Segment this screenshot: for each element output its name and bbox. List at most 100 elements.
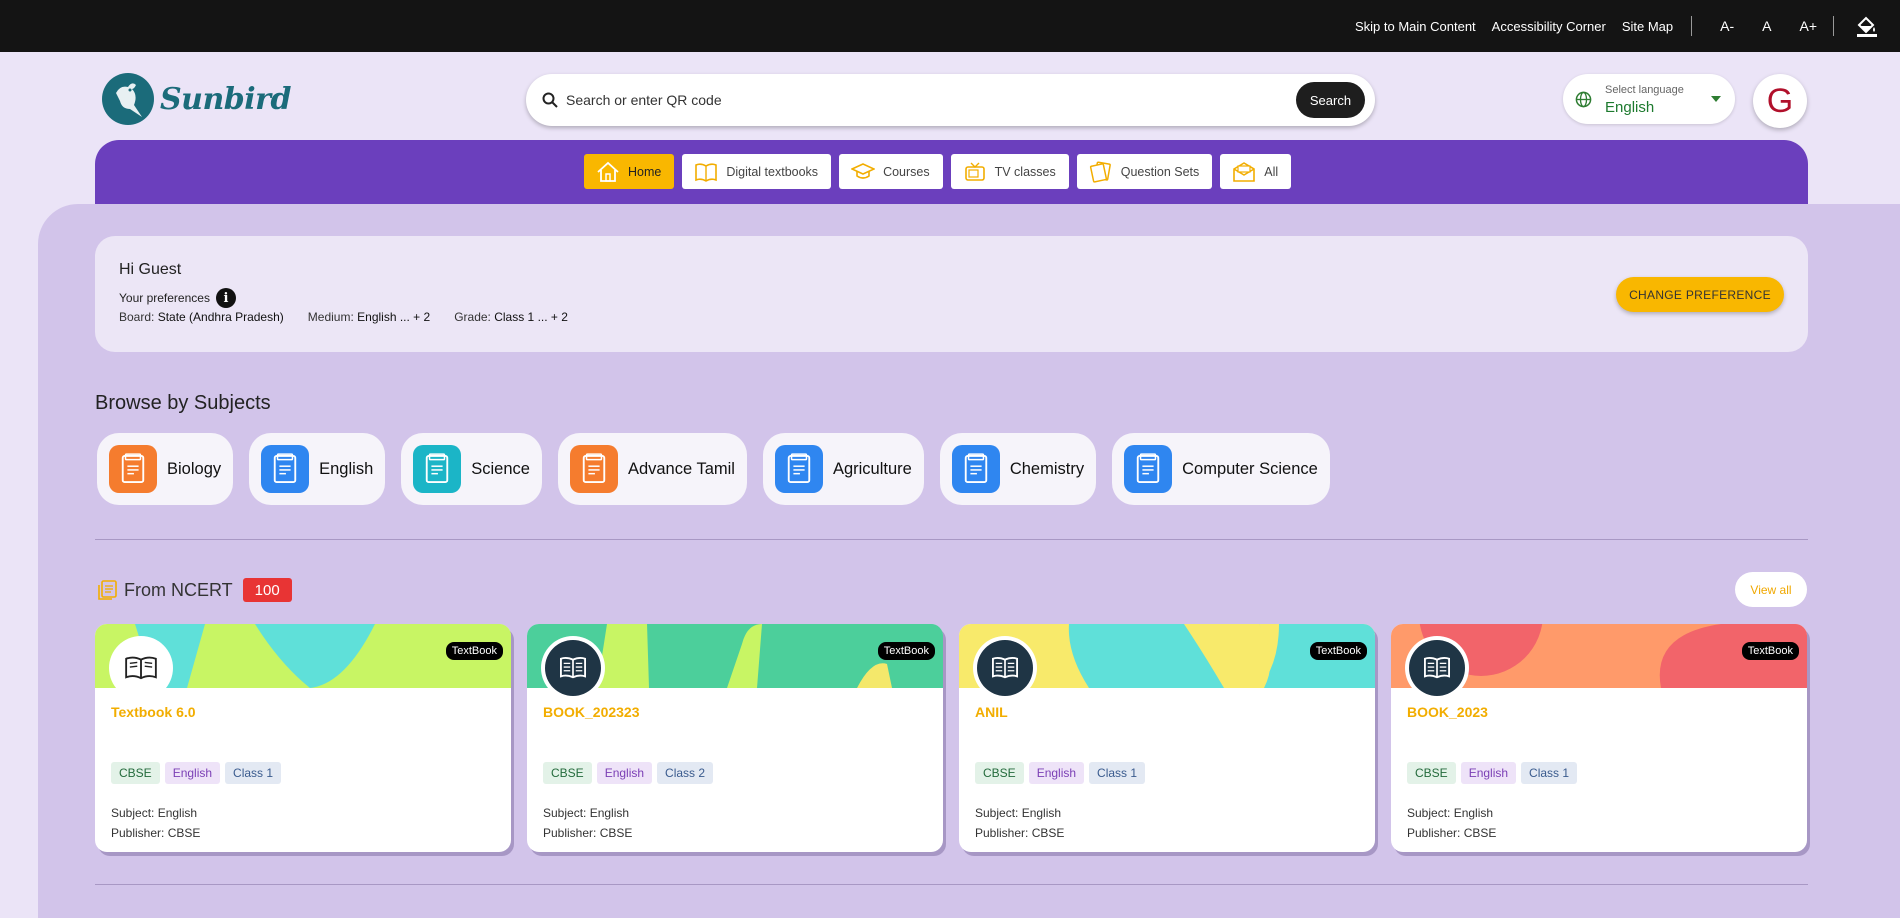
tab-courses[interactable]: Courses <box>839 154 943 189</box>
main-nav: Home Digital textbooks Courses TV classe… <box>584 154 1292 189</box>
font-increase-button[interactable]: A+ <box>1799 18 1817 34</box>
count-badge: 100 <box>242 578 292 602</box>
font-decrease-button[interactable]: A- <box>1720 18 1734 34</box>
tab-label: Home <box>628 164 662 179</box>
subject-book-icon <box>261 445 310 493</box>
preferences-values: Board: State (Andhra Pradesh) Medium: En… <box>119 310 568 324</box>
greeting-text: Hi Guest <box>119 261 182 278</box>
contrast-theme-icon[interactable] <box>1856 15 1878 37</box>
search-input[interactable] <box>566 92 1286 108</box>
board-pref: Board: State (Andhra Pradesh) <box>119 310 284 324</box>
subject-label: Chemistry <box>1009 459 1085 478</box>
content-type-badge: TextBook <box>1309 642 1367 660</box>
preferences-card: Hi Guest Your preferences i Board: State… <box>95 236 1808 352</box>
subject-chip[interactable]: English <box>249 433 386 505</box>
browse-heading: Browse by Subjects <box>95 392 271 414</box>
subject-label: Biology <box>167 459 222 478</box>
card-publisher: Publisher: CBSE <box>1407 826 1497 840</box>
bird-logo-icon <box>102 73 154 125</box>
subject-chip[interactable]: Chemistry <box>939 433 1097 505</box>
site-map-link[interactable]: Site Map <box>1622 19 1673 34</box>
tab-all[interactable]: All <box>1220 154 1292 189</box>
tab-home[interactable]: Home <box>584 154 675 189</box>
subject-label: Science <box>471 459 530 478</box>
card-publisher: Publisher: CBSE <box>543 826 633 840</box>
all-icon <box>1233 161 1256 182</box>
medium-label: Medium: <box>307 310 354 324</box>
font-reset-button[interactable]: A <box>1762 18 1771 34</box>
divider <box>1691 16 1693 36</box>
tab-question-sets[interactable]: Question Sets <box>1076 154 1213 189</box>
info-icon[interactable]: i <box>215 288 236 308</box>
subject-chip[interactable]: Advance Tamil <box>557 433 747 505</box>
ncert-heading: From NCERT <box>124 579 233 600</box>
question-sets-icon <box>1089 160 1111 183</box>
ncert-cards: TextBook Textbook 6.0 CBSE English Class 1 Su… <box>95 624 1807 852</box>
subject-chip[interactable]: Agriculture <box>762 433 924 505</box>
thumbnail-disc <box>545 640 601 696</box>
book-icon <box>1405 636 1469 700</box>
sunbird-logo[interactable]: Sunbird <box>102 73 291 125</box>
card-title: ANIL <box>975 704 1008 720</box>
change-preference-button[interactable]: CHANGE PREFERENCE <box>1616 277 1784 312</box>
grade-value: Class 1 ... + 2 <box>494 310 568 324</box>
board-value: State (Andhra Pradesh) <box>157 310 284 324</box>
textbook-card[interactable]: TextBook BOOK_202323 CBSE English Class 2 Sub… <box>527 624 943 852</box>
card-subject: Subject: English <box>1407 806 1494 820</box>
accessibility-bar: Skip to Main Content Accessibility Corne… <box>0 0 1900 52</box>
tv-icon <box>964 162 985 181</box>
accessibility-corner-link[interactable]: Accessibility Corner <box>1492 19 1606 34</box>
board-tag: CBSE <box>975 762 1024 784</box>
subject-chip[interactable]: Science <box>401 433 542 505</box>
logo-text: Sunbird <box>160 81 291 117</box>
grade-tag: Class 1 <box>225 762 282 784</box>
tab-label: Question Sets <box>1120 164 1200 179</box>
content-type-badge: TextBook <box>877 642 935 660</box>
medium-tag: English <box>1028 762 1085 784</box>
globe-icon <box>1575 91 1592 108</box>
medium-value: English ... + 2 <box>357 310 431 324</box>
card-title: Textbook 6.0 <box>111 704 196 720</box>
textbook-card[interactable]: TextBook Textbook 6.0 CBSE English Class 1 Su… <box>95 624 511 852</box>
preferences-row: Your preferences i <box>119 288 236 308</box>
medium-tag: English <box>596 762 653 784</box>
user-avatar[interactable]: G <box>1753 74 1807 128</box>
language-select[interactable]: Select language English <box>1563 74 1735 124</box>
view-all-button[interactable]: View all <box>1735 572 1807 607</box>
card-subject: Subject: English <box>543 806 630 820</box>
subjects-list: Biology English Science Advance Tamil Agricu… <box>97 433 1346 505</box>
card-tags: CBSE English Class 1 <box>975 762 1146 784</box>
content-type-badge: TextBook <box>1741 642 1799 660</box>
accessibility-links: Skip to Main Content Accessibility Corne… <box>1355 0 1900 52</box>
section-divider <box>95 884 1808 885</box>
textbook-card[interactable]: TextBook ANIL CBSE English Class 1 Subject: E… <box>959 624 1375 852</box>
thumbnail-disc <box>1409 640 1465 696</box>
skip-to-main-link[interactable]: Skip to Main Content <box>1355 19 1476 34</box>
card-publisher: Publisher: CBSE <box>975 826 1065 840</box>
tab-label: Digital textbooks <box>726 164 819 179</box>
search-button[interactable]: Search <box>1296 82 1365 118</box>
language-value: English <box>1605 99 1655 116</box>
search-icon <box>542 92 558 108</box>
ncert-heading-row: From NCERT 100 <box>96 578 292 602</box>
medium-tag: English <box>164 762 221 784</box>
subject-label: English <box>319 459 374 478</box>
subject-book-icon <box>951 445 1000 493</box>
subject-chip[interactable]: Biology <box>97 433 234 505</box>
subject-label: Advance Tamil <box>627 459 735 478</box>
subject-book-icon <box>569 445 618 493</box>
graduation-cap-icon <box>851 162 876 179</box>
subject-chip[interactable]: Computer Science <box>1112 433 1330 505</box>
tab-tv-classes[interactable]: TV classes <box>950 154 1069 189</box>
card-subject: Subject: English <box>975 806 1062 820</box>
textbook-card[interactable]: TextBook BOOK_2023 CBSE English Class 1 Subje… <box>1391 624 1807 852</box>
preferences-label: Your preferences <box>119 291 210 305</box>
card-title: BOOK_202323 <box>543 704 640 720</box>
thumbnail-disc <box>977 640 1033 696</box>
grade-pref: Grade: Class 1 ... + 2 <box>454 310 568 324</box>
book-icon <box>695 162 718 182</box>
tab-digital-textbooks[interactable]: Digital textbooks <box>682 154 832 189</box>
language-caption: Select language <box>1605 84 1684 96</box>
tab-label: All <box>1264 164 1279 179</box>
divider <box>1833 16 1834 36</box>
